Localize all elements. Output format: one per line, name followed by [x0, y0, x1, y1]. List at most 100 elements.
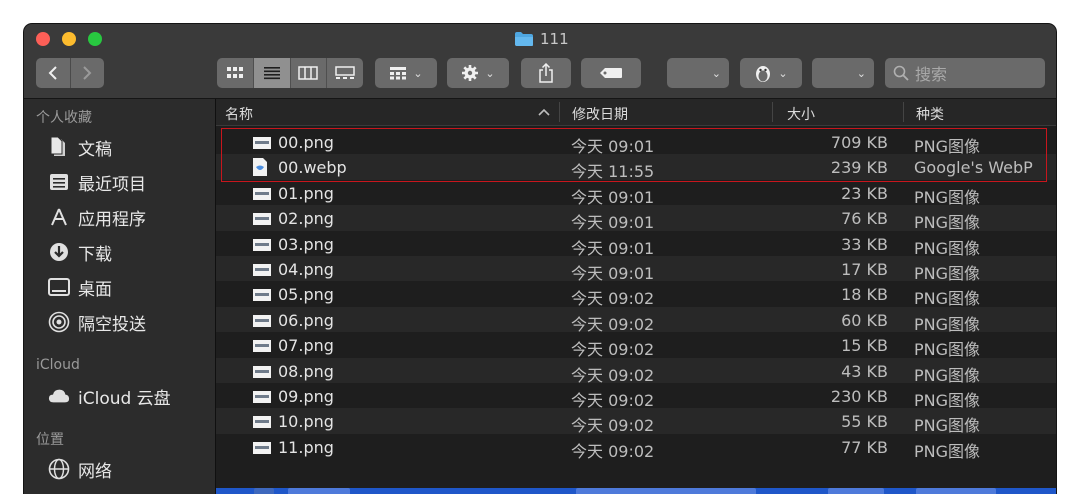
image-file-icon: [252, 135, 272, 154]
sidebar-item-icloud-drive[interactable]: iCloud 云盘: [48, 382, 171, 410]
sidebar-item-label: 最近项目: [78, 174, 146, 195]
action-menu-button[interactable]: ⌄: [447, 58, 509, 88]
file-size: 33 KB: [841, 234, 888, 254]
qq-extension-button[interactable]: ⌄: [740, 58, 802, 88]
search-placeholder: 搜索: [915, 65, 948, 84]
search-field[interactable]: 搜索: [885, 58, 1045, 88]
close-window-button[interactable]: [36, 32, 50, 46]
cloud-icon: [48, 385, 70, 407]
download-icon: [48, 241, 70, 263]
window-title-text: 111: [540, 30, 569, 48]
column-header-name[interactable]: 名称: [225, 104, 253, 124]
table-row[interactable]: 08.png 今天 09:02 43 KB PNG图像: [216, 357, 1056, 385]
table-row[interactable]: 03.png 今天 09:01 33 KB PNG图像: [216, 231, 1056, 258]
zoom-window-button[interactable]: [88, 32, 102, 46]
chevron-down-icon: ⌄: [856, 66, 866, 80]
locations-header: 位置: [36, 432, 64, 448]
file-name: 10.png: [278, 412, 334, 432]
sidebar-item-label: 隔空投送: [78, 314, 146, 335]
sidebar-item-desktop[interactable]: 桌面: [48, 273, 112, 301]
file-date: 今天 09:01: [571, 238, 655, 258]
window-title: 111: [514, 29, 569, 49]
gear-icon: [462, 65, 479, 81]
file-kind: PNG图像: [914, 264, 981, 283]
table-row[interactable]: 05.png 今天 09:02 18 KB PNG图像: [216, 281, 1056, 308]
sidebar-item-documents[interactable]: 文稿: [48, 133, 112, 161]
column-view-button[interactable]: [291, 58, 327, 88]
share-button[interactable]: [521, 58, 571, 88]
chevron-down-icon: ⌄: [711, 66, 721, 80]
table-row[interactable]: 07.png 今天 09:02 15 KB PNG图像: [216, 332, 1056, 360]
sidebar-item-downloads[interactable]: 下载: [48, 238, 112, 266]
sidebar-item-network[interactable]: 网络: [48, 455, 112, 483]
table-row[interactable]: 04.png 今天 09:01 17 KB PNG图像: [216, 256, 1056, 283]
minimize-window-button[interactable]: [62, 32, 76, 46]
file-name: 04.png: [278, 260, 334, 279]
file-kind: PNG图像: [914, 213, 981, 233]
file-kind: PNG图像: [914, 137, 981, 156]
group-grid-icon: [390, 67, 407, 80]
back-button[interactable]: [36, 58, 70, 88]
table-row[interactable]: 10.png 今天 09:02 55 KB PNG图像: [216, 408, 1056, 436]
list-icon: [263, 67, 280, 80]
file-kind: PNG图像: [914, 441, 981, 461]
list-view-button[interactable]: [253, 58, 290, 88]
sidebar-item-label: 下载: [78, 244, 112, 265]
image-file-icon: [252, 364, 272, 383]
table-row[interactable]: 00.webp 今天 11:55 239 KB Google's WebP: [216, 154, 1056, 181]
sidebar-item-airdrop[interactable]: 隔空投送: [48, 308, 146, 336]
table-row[interactable]: 09.png 今天 09:02 230 KB PNG图像: [216, 383, 1056, 410]
sidebar-item-label: iCloud 云盘: [78, 388, 171, 409]
file-name: 01.png: [278, 183, 334, 203]
icloud-header: iCloud: [36, 357, 80, 373]
file-size: 17 KB: [841, 260, 888, 279]
document-icon: [48, 136, 70, 158]
image-file-icon: [252, 313, 272, 332]
toolbar-dropdown-1[interactable]: ⌄: [667, 58, 729, 88]
chevron-right-icon: [83, 66, 92, 80]
column-header-date[interactable]: 修改日期: [572, 104, 628, 124]
forward-button[interactable]: [70, 58, 104, 88]
file-date: 今天 09:02: [571, 365, 655, 385]
webp-file-icon: [252, 157, 268, 181]
file-size: 239 KB: [830, 158, 888, 178]
file-size: 23 KB: [841, 183, 888, 203]
image-file-icon: [252, 262, 272, 281]
gallery-view-button[interactable]: [327, 58, 363, 88]
table-row[interactable]: 11.png 今天 09:02 77 KB PNG图像: [216, 434, 1056, 461]
sort-ascending-icon: [538, 108, 550, 116]
sidebar-item-label: 网络: [78, 461, 112, 482]
image-file-icon: [252, 389, 272, 408]
image-file-icon: [252, 440, 272, 459]
desktop-icon: [48, 276, 70, 298]
file-date: 今天 09:01: [571, 187, 655, 207]
table-row[interactable]: 06.png 今天 09:02 60 KB PNG图像: [216, 306, 1056, 334]
table-row[interactable]: 02.png 今天 09:01 76 KB PNG图像: [216, 205, 1056, 233]
table-row-selected[interactable]: [216, 488, 1056, 494]
table-row[interactable]: 01.png 今天 09:01 23 KB PNG图像: [216, 180, 1056, 207]
column-header-kind[interactable]: 种类: [916, 104, 944, 124]
group-by-button[interactable]: ⌄: [375, 58, 437, 88]
toolbar-dropdown-2[interactable]: ⌄: [812, 58, 874, 88]
sidebar: 个人收藏 文稿 最近项目 应用程序 下载 桌面 隔空投送 iCloud iClo…: [24, 99, 216, 494]
icon-view-button[interactable]: [217, 58, 253, 88]
file-name: 08.png: [278, 361, 334, 381]
column-header-size[interactable]: 大小: [787, 104, 815, 124]
sidebar-item-applications[interactable]: 应用程序: [48, 203, 146, 231]
table-row[interactable]: 00.png 今天 09:01 709 KB PNG图像: [216, 129, 1056, 156]
chevron-down-icon: ⌄: [485, 66, 495, 80]
column-header-row: 名称 修改日期 大小 种类: [216, 99, 1056, 126]
file-date: 今天 09:02: [571, 314, 655, 334]
sidebar-item-label: 文稿: [78, 139, 112, 160]
finder-window: 111 ⌄ ⌄ ⌄ ⌄ ⌄ 搜索 个人收藏 文稿 最近项目 应用程序 下载 桌面…: [24, 24, 1056, 494]
file-kind: PNG图像: [914, 340, 981, 360]
file-kind: Google's WebP: [914, 158, 1033, 178]
file-name: 11.png: [278, 437, 334, 457]
file-date: 今天 09:02: [571, 416, 655, 436]
file-name: 00.webp: [278, 158, 347, 178]
sidebar-item-recents[interactable]: 最近项目: [48, 168, 146, 196]
file-name: 06.png: [278, 310, 334, 330]
file-date: 今天 09:02: [571, 340, 655, 360]
navigation-buttons: [36, 58, 104, 88]
edit-tags-button[interactable]: [581, 58, 641, 88]
